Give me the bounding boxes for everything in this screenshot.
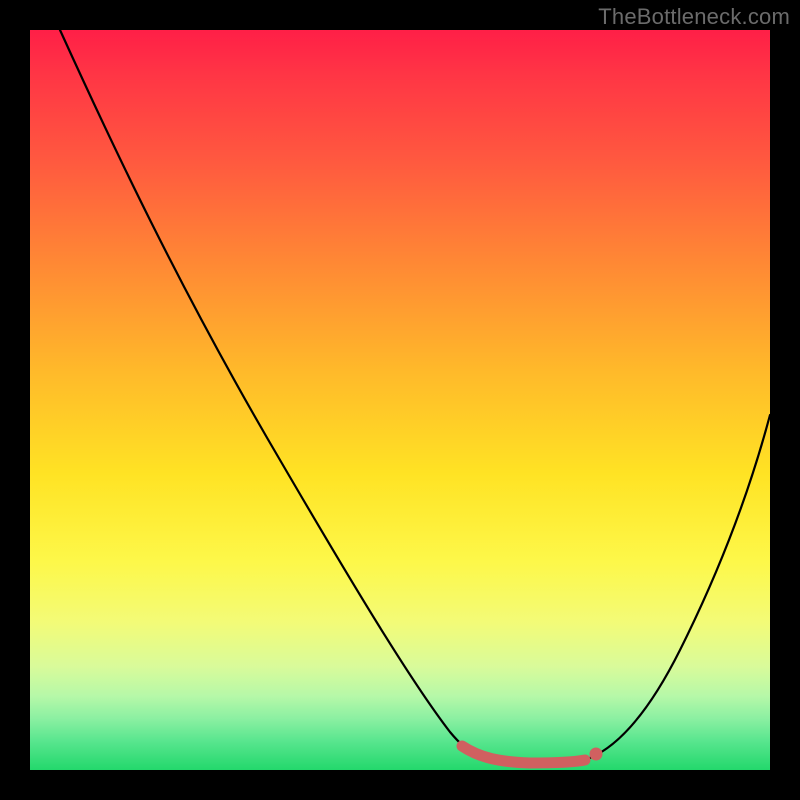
chart-svg bbox=[30, 30, 770, 770]
chart-frame: TheBottleneck.com bbox=[0, 0, 800, 800]
optimal-band-end-dot bbox=[590, 748, 603, 761]
optimal-band bbox=[462, 746, 585, 763]
plot-area bbox=[30, 30, 770, 770]
bottleneck-curve-left bbox=[60, 30, 500, 762]
watermark-text: TheBottleneck.com bbox=[598, 4, 790, 30]
bottleneck-curve-right bbox=[590, 415, 770, 758]
